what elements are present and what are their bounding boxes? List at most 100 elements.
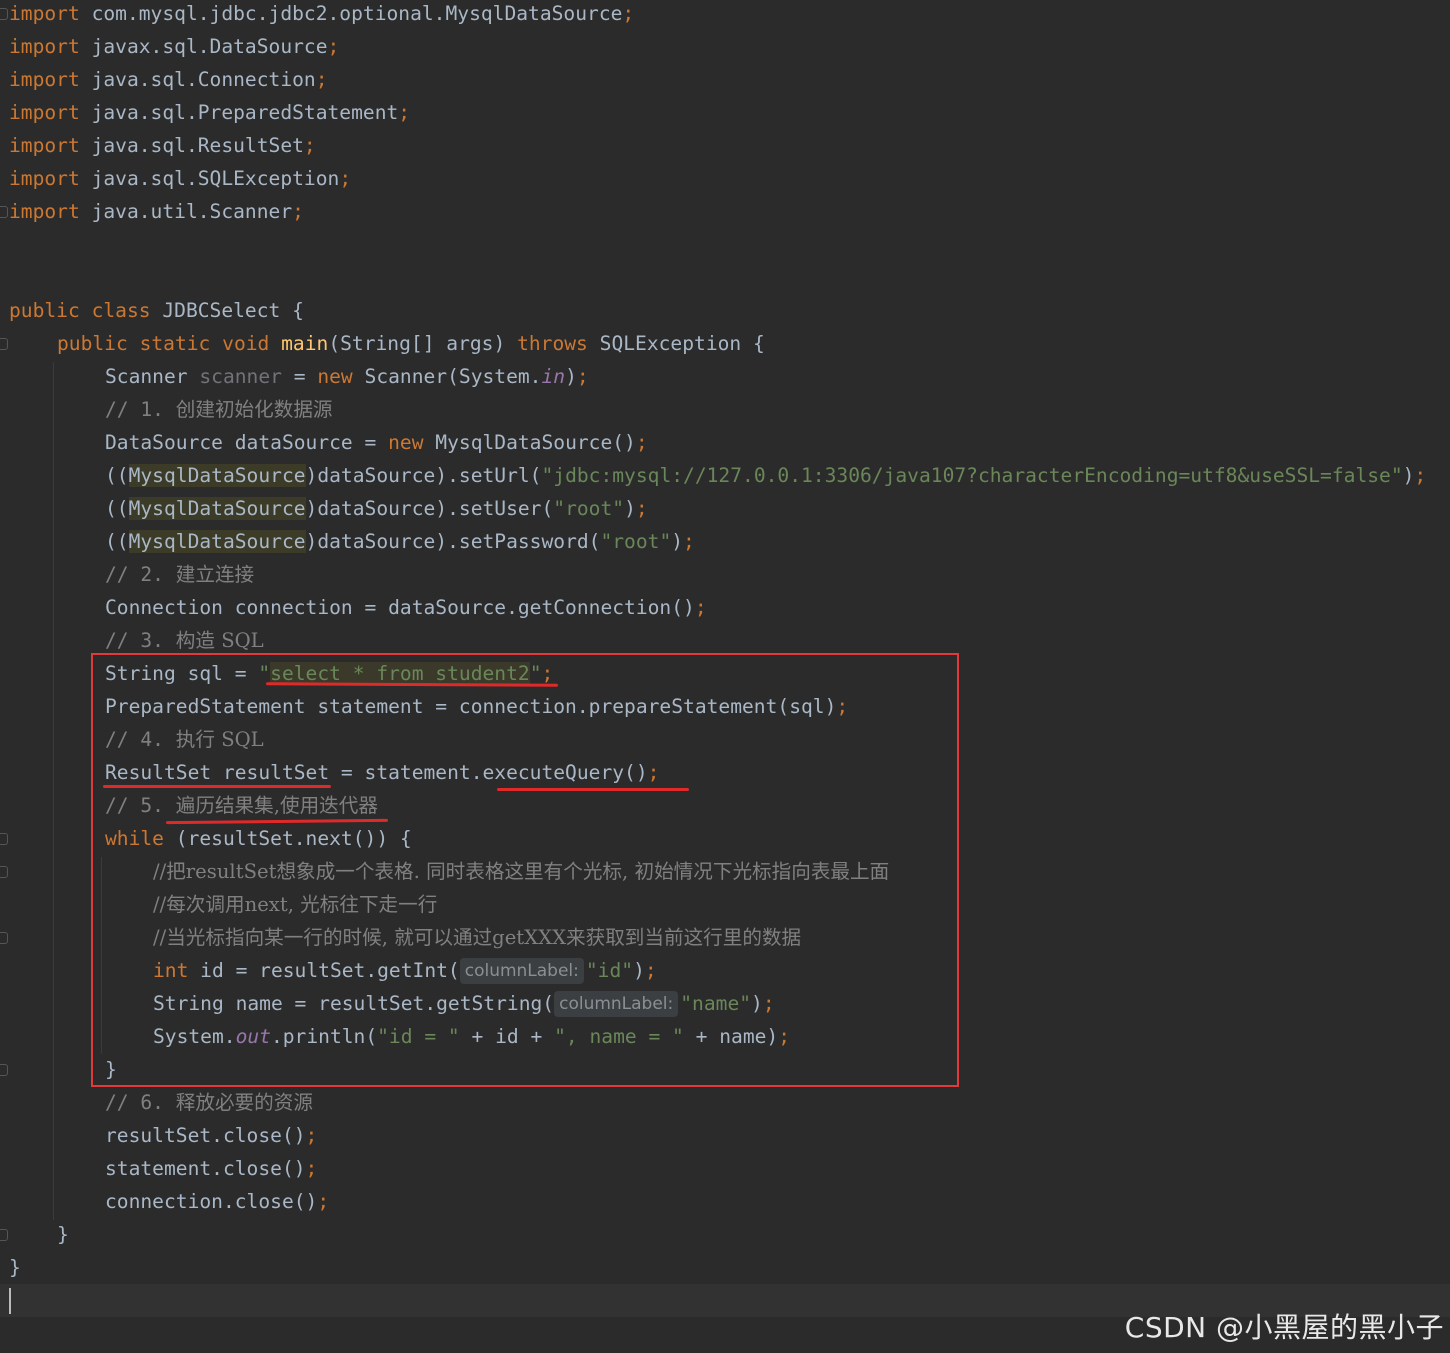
keyword: import <box>9 101 80 124</box>
code-line-import[interactable]: import javax.sql.DataSource; <box>9 30 339 63</box>
code-text: )dataSource).setUser( <box>305 497 554 520</box>
fold-marker[interactable] <box>0 932 8 944</box>
code-comment[interactable]: // 6. 释放必要的资源 <box>105 1086 313 1119</box>
fold-marker[interactable] <box>0 8 8 20</box>
code-line[interactable]: ((MysqlDataSource)dataSource).setUser("r… <box>105 492 648 525</box>
semicolon: ; <box>622 2 635 25</box>
semicolon: ; <box>305 1124 318 1147</box>
keyword: throws <box>517 332 588 355</box>
keyword: public <box>57 332 128 355</box>
code-text: statement.close() <box>105 1157 306 1180</box>
indent-guide <box>53 362 54 1220</box>
redundant-cast: MysqlDataSource <box>128 464 306 487</box>
code-editor[interactable]: import com.mysql.jdbc.jdbc2.optional.Mys… <box>0 0 1450 1353</box>
code-line-close-brace[interactable]: } <box>57 1218 69 1251</box>
semicolon: ; <box>303 134 316 157</box>
code-text: javax.sql.DataSource <box>79 35 328 58</box>
code-text: java.sql.PreparedStatement <box>79 101 399 124</box>
comment-text: 构造 SQL <box>175 629 264 652</box>
semicolon: ; <box>315 68 328 91</box>
code-line-import[interactable]: import java.sql.PreparedStatement; <box>9 96 410 129</box>
code-text: Connection connection = dataSource.getCo… <box>105 596 695 619</box>
code-text: resultSet.close() <box>105 1124 306 1147</box>
watermark-text: CSDN @小黑屋的黑小子 <box>1124 1311 1444 1344</box>
code-text: ) <box>565 365 577 388</box>
code-text: ) <box>1402 464 1415 487</box>
fold-marker[interactable] <box>0 866 8 878</box>
code-text: com.mysql.jdbc.jdbc2.optional.MysqlDataS… <box>79 2 623 25</box>
string-literal: "root" <box>553 497 625 520</box>
comment-prefix: // 3. <box>105 629 176 652</box>
semicolon: ; <box>635 431 648 454</box>
code-line-import[interactable]: import com.mysql.jdbc.jdbc2.optional.Mys… <box>9 0 634 30</box>
semicolon: ; <box>292 200 304 223</box>
keyword: import <box>9 2 80 25</box>
underline-annotation <box>103 785 331 788</box>
code-text: java.sql.Connection <box>79 68 316 91</box>
code-line[interactable]: Scanner scanner = new Scanner(System.in)… <box>105 360 589 393</box>
semicolon: ; <box>683 530 695 553</box>
keyword: import <box>9 68 80 91</box>
text-caret <box>9 1288 11 1314</box>
code-text: Scanner <box>105 365 200 388</box>
fold-marker[interactable] <box>0 833 8 845</box>
keyword: import <box>9 35 80 58</box>
code-line-import[interactable]: import java.sql.ResultSet; <box>9 129 316 162</box>
keyword: void <box>222 332 270 355</box>
code-line[interactable]: DataSource dataSource = new MysqlDataSou… <box>105 426 648 459</box>
code-comment[interactable]: // 2. 建立连接 <box>105 558 254 591</box>
semicolon: ; <box>305 1157 318 1180</box>
keyword: new <box>388 431 424 454</box>
code-line[interactable]: ((MysqlDataSource)dataSource).setPasswor… <box>105 525 695 558</box>
keyword: import <box>9 200 80 223</box>
keyword: new <box>317 365 353 388</box>
keyword: public <box>9 299 80 322</box>
comment-text: 建立连接 <box>175 563 255 586</box>
code-line[interactable]: connection.close(); <box>105 1185 329 1218</box>
semicolon: ; <box>339 167 352 190</box>
semicolon: ; <box>317 1190 330 1213</box>
fold-marker[interactable] <box>0 1064 8 1076</box>
comment-prefix: // 2. <box>105 563 176 586</box>
semicolon: ; <box>327 35 340 58</box>
comment-text: 释放必要的资源 <box>175 1091 313 1114</box>
code-line-main-method[interactable]: public static void main(String[] args) t… <box>57 327 765 360</box>
comment-text: 创建初始化数据源 <box>175 398 333 421</box>
keyword: static <box>139 332 211 355</box>
code-text: (( <box>105 497 129 520</box>
semicolon: ; <box>635 497 648 520</box>
code-line-import[interactable]: import java.sql.Connection; <box>9 63 328 96</box>
code-text: DataSource dataSource = <box>105 431 389 454</box>
fold-marker[interactable] <box>0 206 8 218</box>
semicolon: ; <box>1414 464 1427 487</box>
code-text: )dataSource).setPassword( <box>305 530 601 553</box>
code-line-import[interactable]: import java.util.Scanner; <box>9 195 304 228</box>
code-line[interactable]: ((MysqlDataSource)dataSource).setUrl("jd… <box>105 459 1426 492</box>
code-text: MysqlDataSource() <box>423 431 636 454</box>
code-line[interactable]: statement.close(); <box>105 1152 317 1185</box>
fold-marker[interactable] <box>0 338 8 350</box>
code-text: java.sql.ResultSet <box>79 134 304 157</box>
code-line-class-declaration[interactable]: public class JDBCSelect { <box>9 294 304 327</box>
code-comment[interactable]: // 1. 创建初始化数据源 <box>105 393 333 426</box>
code-text: connection.close() <box>105 1190 318 1213</box>
code-line-close-brace[interactable]: } <box>9 1251 21 1284</box>
comment-prefix: // 1. <box>105 398 176 421</box>
code-text: ) <box>671 530 684 553</box>
redundant-cast: MysqlDataSource <box>128 530 306 553</box>
fold-marker[interactable] <box>0 1229 8 1241</box>
semicolon: ; <box>398 101 411 124</box>
code-text: SQLException { <box>587 332 765 355</box>
code-text: } <box>57 1223 69 1246</box>
string-literal: "jdbc:mysql://127.0.0.1:3306/java107?cha… <box>541 464 1403 487</box>
code-line[interactable]: resultSet.close(); <box>105 1119 317 1152</box>
code-line[interactable]: Connection connection = dataSource.getCo… <box>105 591 707 624</box>
code-text: ) <box>624 497 636 520</box>
semicolon: ; <box>576 365 589 388</box>
code-text: (String[] args) <box>328 332 518 355</box>
code-text: )dataSource).setUrl( <box>305 464 542 487</box>
redundant-cast: MysqlDataSource <box>128 497 306 520</box>
code-text: } <box>9 1256 21 1279</box>
keyword: import <box>9 167 80 190</box>
code-line-import[interactable]: import java.sql.SQLException; <box>9 162 351 195</box>
